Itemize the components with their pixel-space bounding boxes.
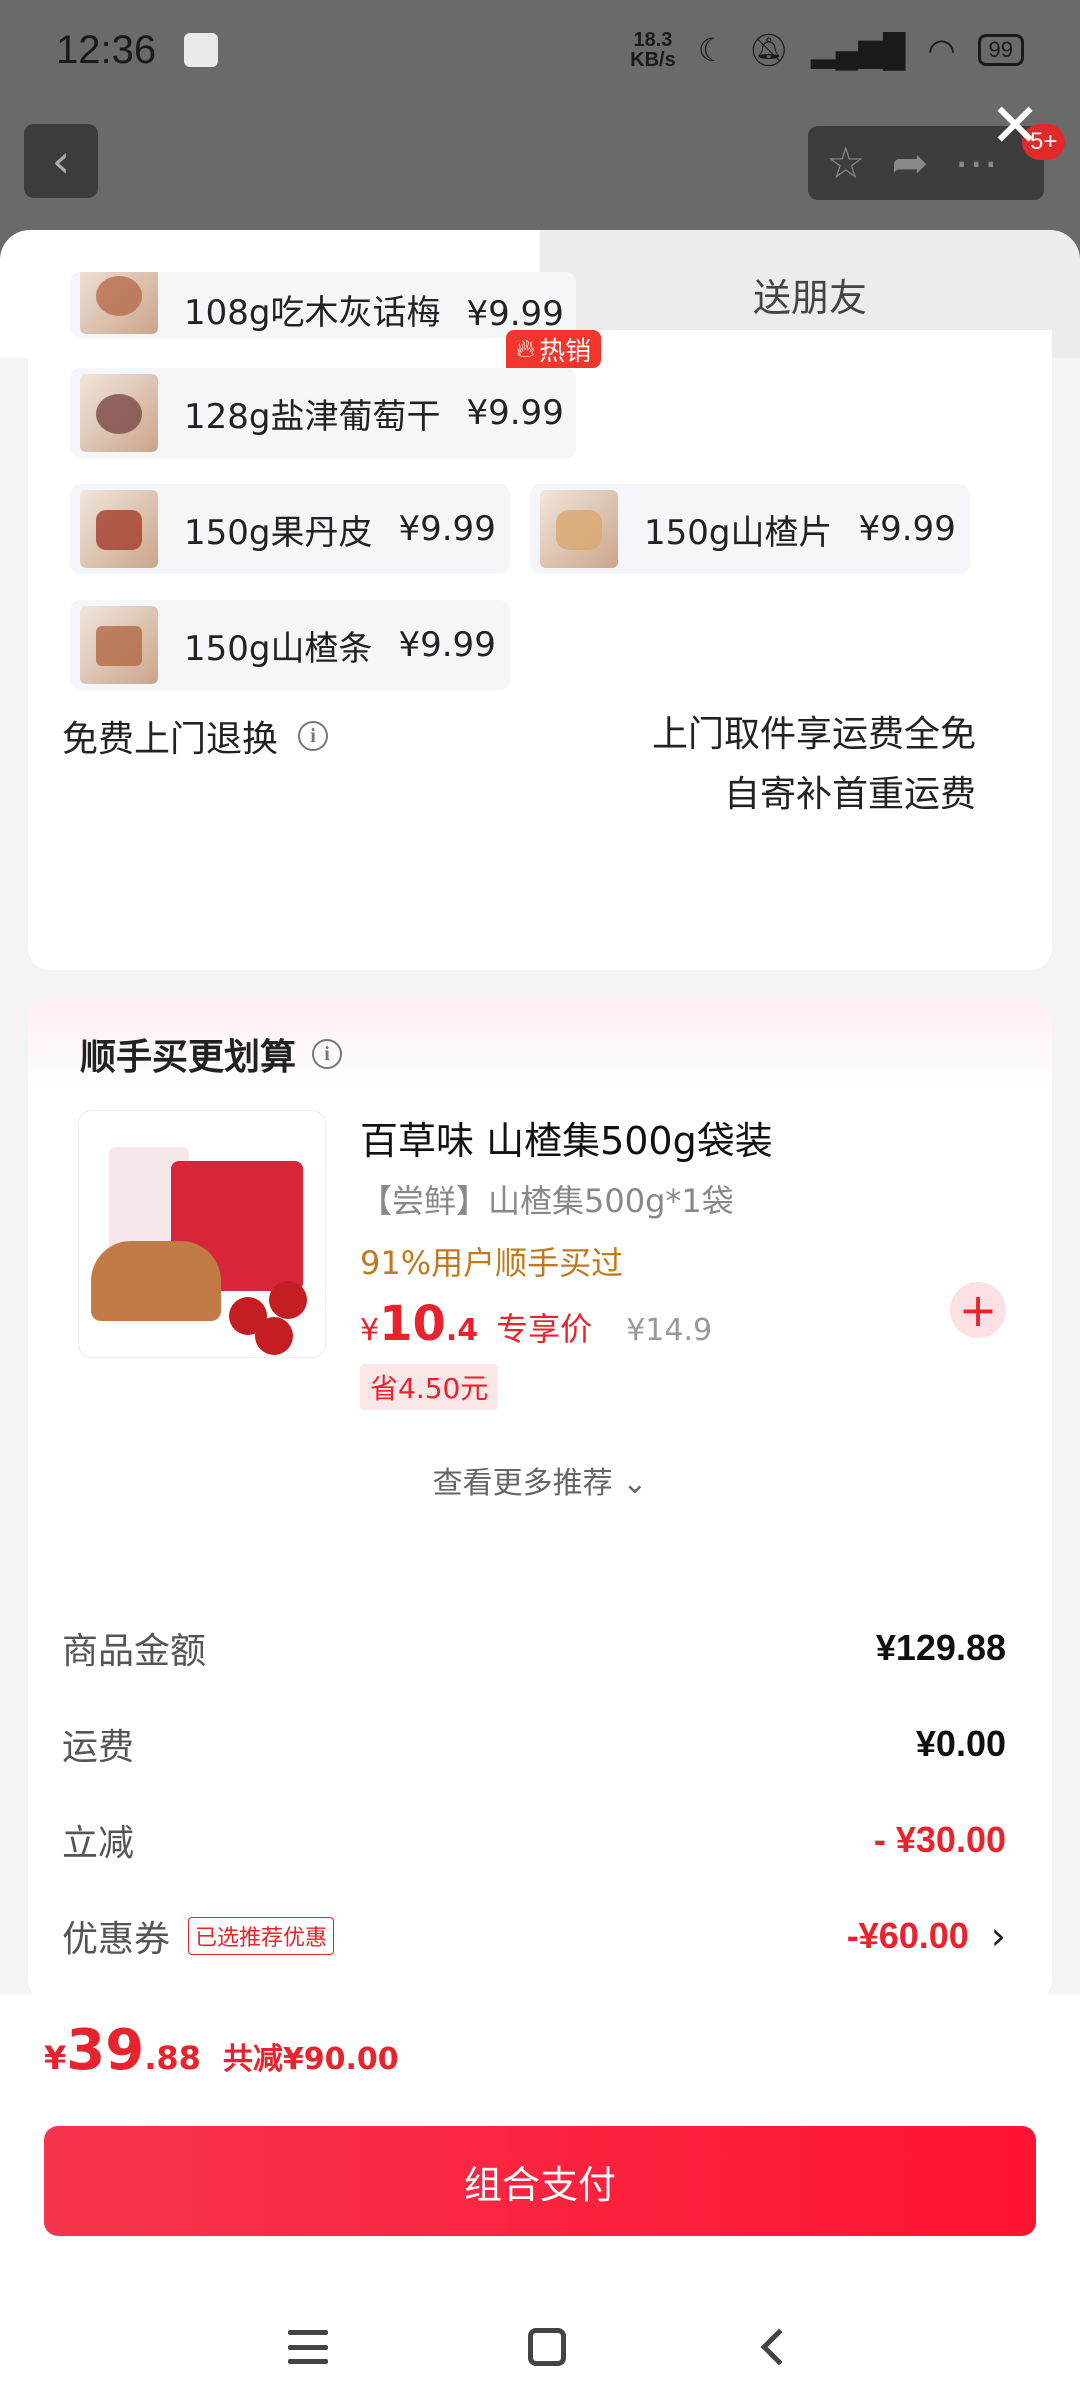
moon-icon: ☾ bbox=[697, 32, 727, 68]
hot-sale-tag: 🔥︎ 热销 bbox=[506, 330, 602, 368]
coupon-tag: 已选推荐优惠 bbox=[188, 1917, 335, 1955]
summary-row-coupon[interactable]: 优惠券 已选推荐优惠 -¥60.00 › bbox=[62, 1910, 1006, 1962]
berry-shape bbox=[255, 1317, 293, 1355]
recommend-title: 顺手买更划算 i bbox=[80, 1028, 343, 1080]
status-icons: 18.3 KB/s ☾ 🔕︎ ▂▄▆█ ◠ 99 bbox=[630, 30, 1024, 70]
recommend-title-text: 顺手买更划算 bbox=[80, 1037, 297, 1078]
product-thumb bbox=[540, 490, 618, 568]
combined-pay-button[interactable]: 组合支付 bbox=[44, 2126, 1036, 2236]
price-decimal: .4 bbox=[445, 1313, 479, 1348]
chevron-left-icon: ‹ bbox=[51, 134, 71, 188]
recommend-bought-rate: 91%用户顺手买过 bbox=[360, 1244, 624, 1282]
summary-label: 立减 bbox=[62, 1823, 135, 1864]
summary-label: 运费 bbox=[62, 1727, 135, 1768]
total-integer: 39 bbox=[66, 2018, 145, 2083]
checkout-sheet: 送朋友 自己买 108g吃木灰话梅 ¥9.99 128g盐津葡萄干 ¥9.99 … bbox=[0, 230, 1080, 2400]
product-chip[interactable]: 150g山楂片 ¥9.99 bbox=[530, 484, 970, 574]
top-nav: ‹ ☆ ➦ ⋯ 5+ bbox=[0, 124, 1080, 200]
hd-signal-icon: ▂▄▆█ bbox=[811, 32, 906, 68]
close-icon[interactable]: ✕ bbox=[990, 96, 1040, 156]
recommend-product-image[interactable] bbox=[78, 1110, 326, 1358]
product-name: 150g果丹皮 bbox=[184, 512, 373, 553]
chevron-right-icon: › bbox=[990, 1914, 1006, 1958]
summary-row-discount: 立减 - ¥30.00 bbox=[62, 1814, 1006, 1866]
add-to-order-button[interactable]: + bbox=[950, 1282, 1006, 1338]
product-name: 128g盐津葡萄干 bbox=[184, 396, 441, 437]
product-chip[interactable]: 128g盐津葡萄干 ¥9.99 bbox=[70, 368, 576, 458]
system-nav-bar bbox=[0, 2294, 1080, 2400]
summary-value: - ¥30.00 bbox=[873, 1819, 1006, 1860]
net-speed: 18.3 KB/s bbox=[630, 30, 676, 70]
product-price: ¥9.99 bbox=[398, 625, 496, 665]
berry-shape bbox=[269, 1281, 307, 1319]
summary-value: ¥129.88 bbox=[875, 1627, 1006, 1668]
return-policy-label: 免费上门退换 bbox=[62, 719, 279, 760]
bottom-bar: ¥ 39 .88 共减¥90.00 组合支付 bbox=[0, 1994, 1080, 2400]
summary-label: 优惠券 bbox=[62, 1919, 171, 1960]
fire-icon: 🔥︎ bbox=[516, 333, 536, 364]
return-policy-line2: 自寄补首重运费 bbox=[723, 774, 976, 815]
more-recommend-link[interactable]: 查看更多推荐 ⌄ bbox=[28, 1458, 1052, 1502]
recommend-product-name[interactable]: 百草味 山楂集500g袋装 bbox=[360, 1110, 773, 1165]
product-thumb bbox=[80, 374, 158, 452]
price-integer: 10 bbox=[379, 1296, 446, 1352]
star-icon[interactable]: ☆ bbox=[826, 138, 865, 189]
info-icon[interactable]: i bbox=[312, 1039, 343, 1069]
summary-row-goods: 商品金额 ¥129.88 bbox=[62, 1622, 1006, 1674]
mute-icon: 🔕︎ bbox=[748, 32, 790, 68]
recommend-product-spec: 【尝鲜】山楂集500g*1袋 bbox=[360, 1182, 734, 1220]
status-time: 12:36 bbox=[56, 27, 157, 72]
summary-value: -¥60.00 bbox=[846, 1915, 969, 1956]
total-currency: ¥ bbox=[44, 2039, 67, 2077]
share-icon[interactable]: ➦ bbox=[891, 138, 928, 189]
product-chip[interactable]: 150g果丹皮 ¥9.99 bbox=[70, 484, 510, 574]
price-label: 专享价 bbox=[496, 1310, 593, 1348]
wifi-icon: ◠ bbox=[927, 32, 956, 68]
product-chip[interactable]: 150g山楂条 ¥9.99 bbox=[70, 600, 510, 690]
product-price: ¥9.99 bbox=[858, 509, 956, 549]
summary-row-shipping: 运费 ¥0.00 bbox=[62, 1718, 1006, 1770]
clock-app-icon bbox=[184, 33, 219, 67]
bundle-items-card: 108g吃木灰话梅 ¥9.99 128g盐津葡萄干 ¥9.99 🔥︎ 热销 15… bbox=[28, 272, 1052, 970]
product-name: 150g山楂条 bbox=[184, 628, 373, 669]
total-price: ¥ 39 .88 共减¥90.00 bbox=[44, 2018, 399, 2083]
return-policy-detail: 上门取件享运费全免 自寄补首重运费 bbox=[652, 705, 976, 825]
plus-icon: + bbox=[958, 1283, 998, 1337]
recommend-price: ¥ 10 .4 专享价 ¥14.9 bbox=[360, 1296, 712, 1352]
product-name: 150g山楂片 bbox=[644, 512, 833, 553]
net-speed-unit: KB/s bbox=[630, 49, 676, 71]
info-icon[interactable]: i bbox=[298, 721, 329, 751]
price-currency: ¥ bbox=[360, 1313, 380, 1348]
hawthorn-cake-shape bbox=[91, 1241, 221, 1321]
total-discount: 共减¥90.00 bbox=[222, 2042, 399, 2077]
total-decimal: .88 bbox=[144, 2039, 201, 2077]
product-price: ¥9.99 bbox=[466, 294, 564, 334]
product-thumb bbox=[80, 272, 158, 334]
price-summary-card: 商品金额 ¥129.88 运费 ¥0.00 立减 - ¥30.00 优惠券 已选… bbox=[28, 1582, 1052, 2002]
return-policy-line1: 上门取件享运费全免 bbox=[651, 714, 976, 755]
product-thumb bbox=[80, 490, 158, 568]
product-chip[interactable]: 108g吃木灰话梅 ¥9.99 bbox=[70, 272, 576, 338]
home-icon[interactable] bbox=[528, 2328, 566, 2366]
back-icon[interactable] bbox=[760, 2328, 798, 2366]
battery-indicator: 99 bbox=[977, 34, 1024, 66]
product-price: ¥9.99 bbox=[398, 509, 496, 549]
menu-icon[interactable] bbox=[288, 2330, 328, 2364]
save-amount-badge: 省4.50元 bbox=[360, 1364, 499, 1410]
net-speed-value: 18.3 bbox=[633, 29, 673, 51]
summary-label: 商品金额 bbox=[62, 1631, 207, 1672]
status-bar: 12:36 18.3 KB/s ☾ 🔕︎ ▂▄▆█ ◠ 99 bbox=[0, 0, 1080, 100]
original-price: ¥14.9 bbox=[626, 1313, 713, 1348]
product-price: ¥9.99 bbox=[466, 393, 564, 433]
return-policy: 免费上门退换 i bbox=[62, 710, 329, 762]
back-button[interactable]: ‹ bbox=[24, 124, 98, 198]
hot-sale-label: 热销 bbox=[539, 336, 592, 367]
product-name: 108g吃木灰话梅 bbox=[184, 293, 441, 333]
summary-value: ¥0.00 bbox=[915, 1723, 1006, 1764]
product-thumb bbox=[80, 606, 158, 684]
